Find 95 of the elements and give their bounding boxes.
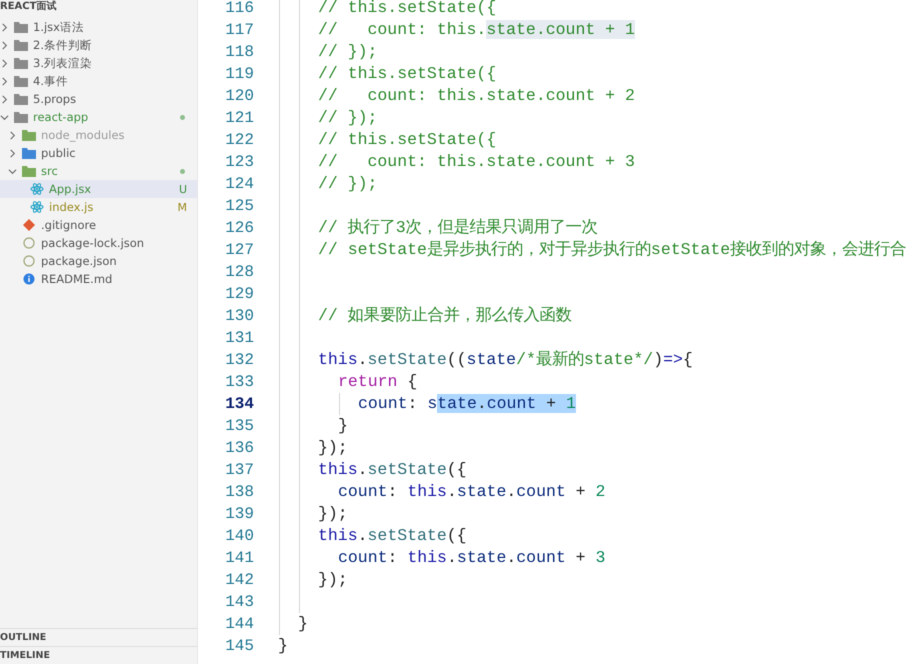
line-number: 145: [224, 636, 254, 657]
code-line: count: this.state.count + 2: [338, 482, 606, 501]
line-number: 119: [224, 64, 254, 85]
line-number: 130: [224, 306, 254, 327]
line-number: 135: [224, 416, 254, 437]
chevron-icon[interactable]: [0, 76, 9, 86]
line-number: 140: [224, 526, 254, 547]
code-line: }: [278, 636, 288, 655]
code-line: }: [338, 416, 348, 435]
line-number: 123: [224, 152, 254, 173]
panel-header[interactable]: OUTLINE: [0, 628, 197, 646]
line-number: 137: [224, 460, 254, 481]
folder-icon: [14, 75, 28, 87]
info-icon: [22, 273, 36, 285]
tree-item[interactable]: package-lock.json: [0, 234, 197, 252]
diamond-icon: [22, 219, 36, 231]
line-number: 120: [224, 86, 254, 107]
tree-item[interactable]: src: [0, 162, 197, 180]
folder-icon: [14, 111, 28, 123]
folder-icon: [14, 21, 28, 33]
line-number: 117: [224, 20, 254, 41]
folder-icon: [14, 39, 28, 51]
tree-item[interactable]: 1.jsx语法: [0, 18, 197, 36]
line-number: 133: [224, 372, 254, 393]
line-number: 116: [224, 0, 254, 19]
code-line: // this.setState({: [318, 64, 496, 83]
code-line: // this.setState({: [318, 0, 496, 17]
line-number: 136: [224, 438, 254, 459]
panel-header[interactable]: TIMELINE: [0, 646, 197, 664]
code-line: });: [318, 438, 348, 457]
chevron-icon[interactable]: [8, 166, 17, 176]
tree-item[interactable]: README.md: [0, 270, 197, 288]
line-number: 139: [224, 504, 254, 525]
line-number: 127: [224, 240, 254, 261]
code-line: this.setState((state/*最新的state*/)=>{: [318, 350, 693, 369]
tree-item[interactable]: 5.props: [0, 90, 197, 108]
line-number: 124: [224, 174, 254, 195]
line-number: 141: [224, 548, 254, 569]
tree-item[interactable]: 4.事件: [0, 72, 197, 90]
line-number: 129: [224, 284, 254, 305]
chevron-icon[interactable]: [8, 130, 17, 140]
chevron-icon[interactable]: [0, 94, 9, 104]
code-line: // 如果要防止合并，那么传入函数: [318, 306, 572, 325]
tree-item[interactable]: package.json: [0, 252, 197, 270]
line-number: 131: [224, 328, 254, 349]
line-number: 121: [224, 108, 254, 129]
file-icon: [22, 255, 36, 267]
code-line: }: [298, 614, 308, 633]
chevron-icon[interactable]: [0, 40, 9, 50]
code-line: count: state.count + 1: [358, 394, 576, 413]
folder-icon: [14, 93, 28, 105]
code-line: });: [318, 504, 348, 523]
line-number: 138: [224, 482, 254, 503]
code-line: // setState是异步执行的，对于异步执行的setState接收到的对象，会进行合: [318, 240, 906, 259]
line-number: 134: [224, 394, 254, 415]
code-line: this.setState({: [318, 526, 467, 545]
code-line: // this.setState({: [318, 130, 496, 149]
tree-item[interactable]: .gitignore: [0, 216, 197, 234]
folder-icon: [22, 147, 36, 159]
code-line: this.setState({: [318, 460, 467, 479]
code-line: count: this.state.count + 3: [338, 548, 606, 567]
line-number: 118: [224, 42, 254, 63]
code-line: // count: this.state.count + 2: [318, 86, 635, 105]
indent-guide: [339, 393, 340, 415]
chevron-icon[interactable]: [0, 112, 9, 122]
line-number: 143: [224, 592, 254, 613]
chevron-icon[interactable]: [8, 148, 17, 158]
line-number: 142: [224, 570, 254, 591]
line-number: 126: [224, 218, 254, 239]
folder-icon: [14, 57, 28, 69]
line-number: 125: [224, 196, 254, 217]
code-line: // 执行了3次，但是结果只调用了一次: [318, 218, 598, 237]
atom-icon: [30, 183, 44, 195]
tree-item[interactable]: 2.条件判断: [0, 36, 197, 54]
code-line: // count: this.state.count + 3: [318, 152, 635, 171]
atom-icon: [30, 201, 44, 213]
code-line: // });: [318, 174, 378, 193]
chevron-icon[interactable]: [0, 22, 9, 32]
explorer-title: REACT面试: [0, 0, 58, 14]
tree-item[interactable]: react-app: [0, 108, 197, 126]
line-number: 144: [224, 614, 254, 635]
chevron-icon[interactable]: [0, 58, 9, 68]
line-number: 128: [224, 262, 254, 283]
code-line: return {: [338, 372, 418, 391]
code-line: });: [318, 570, 348, 589]
file-icon: [22, 237, 36, 249]
line-number: 122: [224, 130, 254, 151]
code-line: // });: [318, 42, 378, 61]
line-number: 132: [224, 350, 254, 371]
folder-icon: [22, 129, 36, 141]
tree-item[interactable]: public: [0, 144, 197, 162]
code-line: // });: [318, 108, 378, 127]
code-line: // count: this.state.count + 1: [318, 20, 635, 39]
tree-item[interactable]: 3.列表渲染: [0, 54, 197, 72]
folder-icon: [22, 165, 36, 177]
